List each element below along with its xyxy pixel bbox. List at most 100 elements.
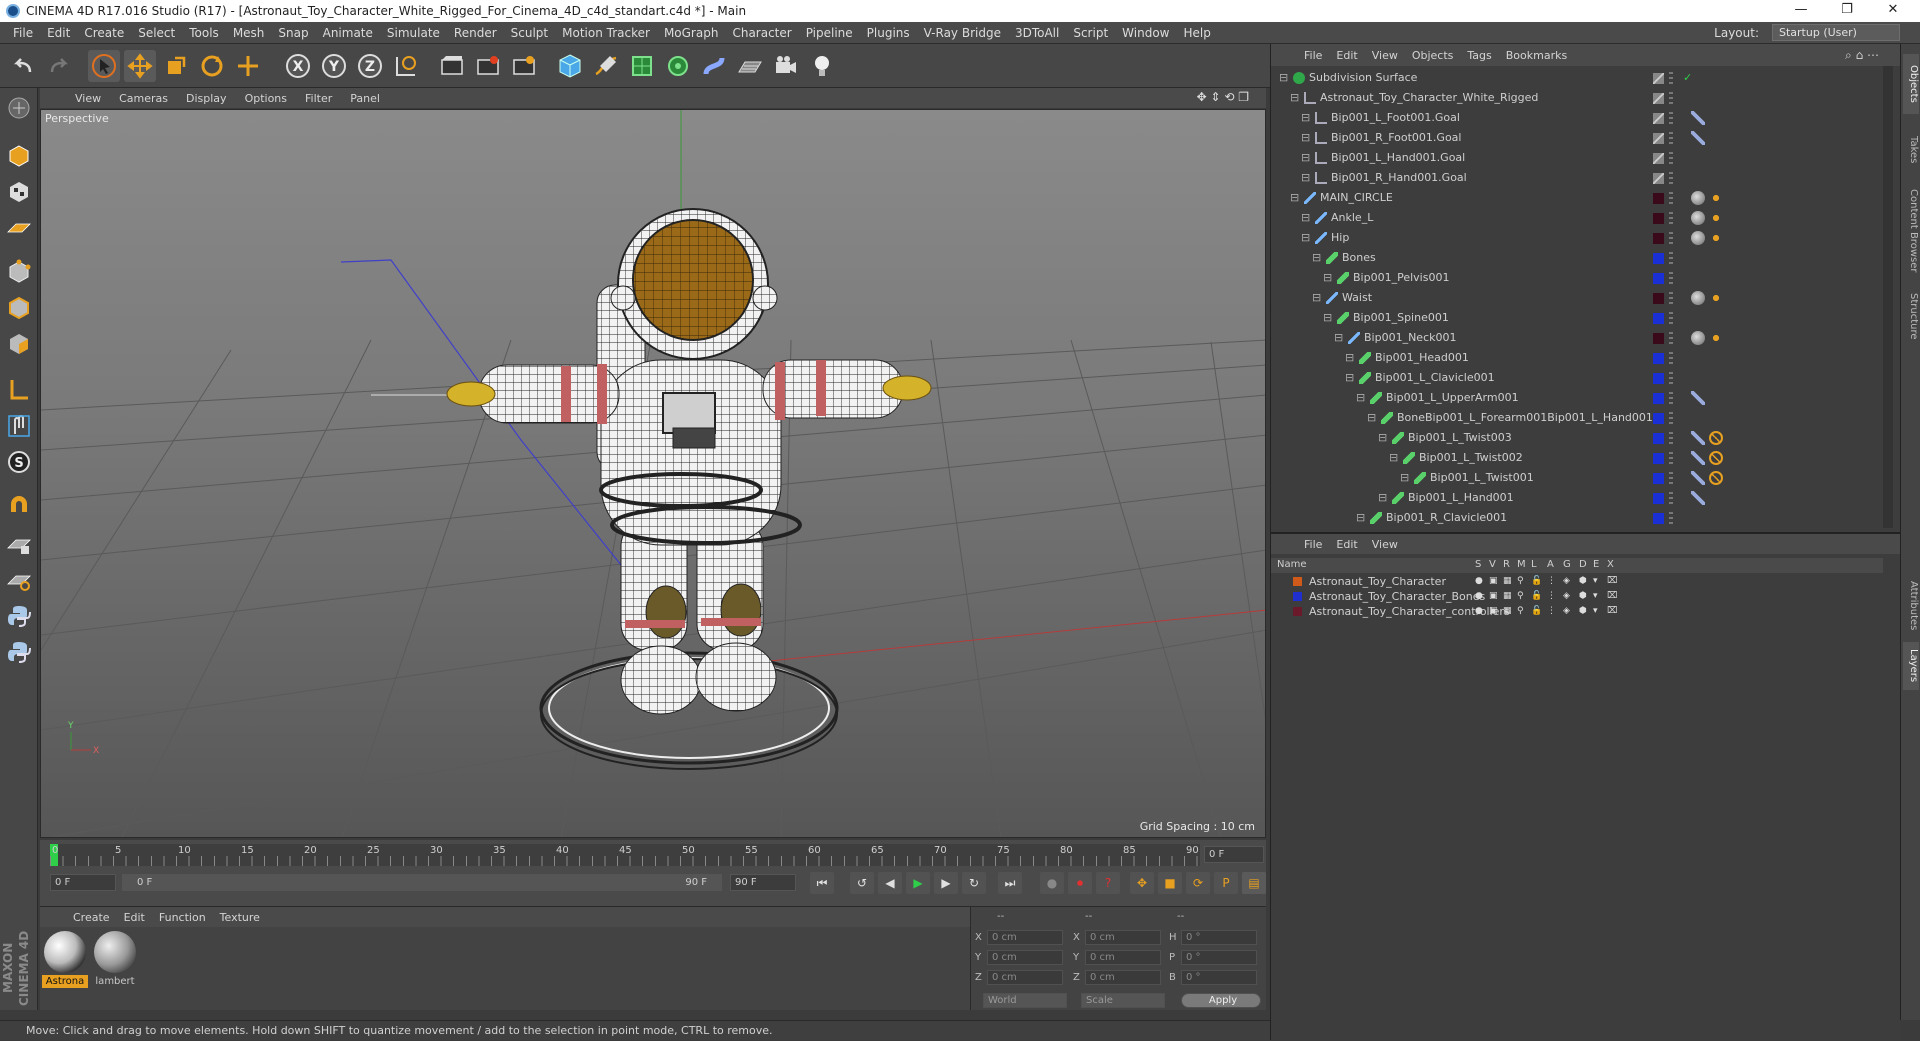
3d-viewport[interactable]: Y X Perspective Grid Spacing : 10 cm — [40, 109, 1266, 838]
expand-toggle-icon[interactable]: ⊟ — [1400, 468, 1409, 488]
layer-color-swatch[interactable] — [1653, 253, 1664, 264]
layer-column-g[interactable]: G — [1563, 559, 1571, 570]
object-row[interactable]: ⊟ Bip001_L_Twist002 — [1271, 448, 1883, 468]
layer-color-swatch[interactable] — [1293, 577, 1302, 586]
menu-plugins[interactable]: Plugins — [860, 26, 917, 40]
layers-menu-view[interactable]: View — [1365, 538, 1405, 551]
layer-color-swatch[interactable] — [1653, 453, 1664, 464]
menu-script[interactable]: Script — [1066, 26, 1115, 40]
tab-structure[interactable]: Structure — [1903, 284, 1919, 348]
expand-toggle-icon[interactable]: ⊟ — [1345, 368, 1354, 388]
expand-toggle-icon[interactable]: ⊟ — [1323, 268, 1332, 288]
expand-toggle-icon[interactable]: ⊟ — [1323, 308, 1332, 328]
layer-color-swatch[interactable] — [1653, 153, 1664, 164]
render-settings-icon[interactable] — [508, 50, 540, 82]
z-axis-lock-icon[interactable]: Z — [354, 50, 386, 82]
layer-color-swatch[interactable] — [1653, 293, 1664, 304]
layer-toggle-icon[interactable]: ⌧ — [1607, 574, 1617, 589]
object-row[interactable]: ⊟ Waist — [1271, 288, 1883, 308]
material-menu-function[interactable]: Function — [152, 911, 213, 924]
material-menu-edit[interactable]: Edit — [117, 911, 152, 924]
menu-sculpt[interactable]: Sculpt — [504, 26, 555, 40]
cloner-icon[interactable] — [662, 50, 694, 82]
object-row[interactable]: ⊟ Bip001_R_Clavicle001 — [1271, 508, 1883, 528]
visibility-dots-icon[interactable] — [1669, 112, 1673, 124]
material-menu-create[interactable]: Create — [66, 911, 117, 924]
coordinate-system-icon[interactable] — [390, 50, 422, 82]
viewport-nav-icons[interactable]: ✥ ⇕ ⟲ ❐ — [1188, 90, 1258, 104]
visibility-dots-icon[interactable] — [1669, 372, 1673, 384]
constraint-tag-icon[interactable] — [1691, 391, 1705, 405]
next-frame-icon[interactable]: ▶ — [934, 872, 958, 894]
render-view-icon[interactable] — [436, 50, 468, 82]
expand-toggle-icon[interactable]: ⊟ — [1312, 288, 1321, 308]
visibility-dots-icon[interactable] — [1669, 352, 1673, 364]
layer-toggle-icon[interactable]: ⌧ — [1607, 589, 1617, 604]
expand-toggle-icon[interactable]: ⊟ — [1301, 208, 1310, 228]
edges-mode-icon[interactable] — [3, 292, 35, 324]
tab-takes[interactable]: Takes — [1903, 122, 1919, 178]
visibility-dots-icon[interactable] — [1669, 492, 1673, 504]
expand-toggle-icon[interactable]: ⊟ — [1356, 508, 1365, 528]
visibility-dots-icon[interactable] — [1669, 132, 1673, 144]
previous-key-icon[interactable]: ↺ — [850, 872, 874, 894]
layer-toggle-icon[interactable]: ▣ — [1489, 574, 1498, 589]
x-axis-lock-icon[interactable]: X — [282, 50, 314, 82]
layer-color-swatch[interactable] — [1653, 393, 1664, 404]
previous-frame-icon[interactable]: ◀ — [878, 872, 902, 894]
layer-color-swatch[interactable] — [1653, 113, 1664, 124]
layer-toggle-icon[interactable]: ▣ — [1489, 589, 1498, 604]
layer-toggle-icon[interactable]: ⋮ — [1547, 574, 1556, 589]
polygons-mode-icon[interactable] — [3, 328, 35, 360]
layout-dropdown[interactable]: Startup (User) — [1772, 24, 1900, 41]
menu-pipeline[interactable]: Pipeline — [799, 26, 860, 40]
layer-column-a[interactable]: A — [1547, 559, 1554, 570]
scale-mode-select[interactable]: Scale — [1081, 993, 1165, 1008]
object-row[interactable]: ⊟ Bip001_L_Twist001 — [1271, 468, 1883, 488]
object-row[interactable]: ⊟ Bip001_L_Hand001.Goal — [1271, 148, 1883, 168]
objects-menu-view[interactable]: View — [1365, 49, 1405, 62]
visibility-dots-icon[interactable] — [1669, 432, 1673, 444]
layer-toggle-icon[interactable]: ▦ — [1503, 574, 1512, 589]
object-row[interactable]: ⊟ Hip — [1271, 228, 1883, 248]
layers-menu-edit[interactable]: Edit — [1329, 538, 1364, 551]
layer-column-x[interactable]: X — [1607, 559, 1614, 570]
layer-toggle-icon[interactable]: ● — [1475, 574, 1483, 589]
menu-edit[interactable]: Edit — [40, 26, 77, 40]
visibility-dots-icon[interactable] — [1669, 512, 1673, 524]
next-key-icon[interactable]: ↻ — [962, 872, 986, 894]
protection-tag-icon[interactable] — [1709, 191, 1723, 205]
snap-icon[interactable]: S — [3, 446, 35, 478]
expand-toggle-icon[interactable]: ⊟ — [1356, 388, 1365, 408]
size-z-field[interactable]: 0 cm — [1085, 970, 1161, 985]
object-row[interactable]: ⊟ Bip001_Pelvis001 — [1271, 268, 1883, 288]
layer-color-swatch[interactable] — [1653, 273, 1664, 284]
display-tag-icon[interactable] — [1691, 331, 1705, 345]
rotation-key-icon[interactable]: ⟳ — [1186, 872, 1210, 894]
position-y-field[interactable]: 0 cm — [987, 950, 1063, 965]
visibility-dots-icon[interactable] — [1669, 412, 1673, 424]
layer-row[interactable]: Astronaut_Toy_Character ● ▣ ▦ ⚲ 🔓 ⋮ ◈ ⬢ ▾ ⌧ — [1271, 574, 1883, 589]
object-row[interactable]: ⊟ Bip001_Spine001 — [1271, 308, 1883, 328]
object-row[interactable]: ⊟ Bip001_R_Foot001.Goal — [1271, 128, 1883, 148]
layer-toggle-icon[interactable]: ⚲ — [1517, 574, 1524, 589]
layer-column-name[interactable]: Name — [1277, 559, 1307, 570]
close-button[interactable]: ✕ — [1870, 0, 1916, 22]
deformer-icon[interactable] — [698, 50, 730, 82]
live-select-icon[interactable] — [232, 50, 264, 82]
layer-column-m[interactable]: M — [1517, 559, 1526, 570]
layer-color-swatch[interactable] — [1653, 73, 1664, 84]
frame-range-slider[interactable]: 0 F 90 F — [122, 874, 722, 891]
visibility-dots-icon[interactable] — [1669, 192, 1673, 204]
ik-tag-icon[interactable] — [1691, 451, 1705, 465]
menu-select[interactable]: Select — [131, 26, 182, 40]
visibility-dots-icon[interactable] — [1669, 172, 1673, 184]
expand-toggle-icon[interactable]: ⊟ — [1345, 348, 1354, 368]
layer-color-swatch[interactable] — [1653, 473, 1664, 484]
object-row[interactable]: ⊟ Astronaut_Toy_Character_White_Rigged — [1271, 88, 1883, 108]
layer-row[interactable]: Astronaut_Toy_Character_Bones ● ▣ ▦ ⚲ 🔓 ⋮ ◈ ⬢ ▾ ⌧ — [1271, 589, 1883, 604]
visibility-dots-icon[interactable] — [1669, 292, 1673, 304]
axis-mode-icon[interactable] — [3, 374, 35, 406]
ik-tag-icon[interactable] — [1691, 431, 1705, 445]
end-frame-field[interactable]: 90 F — [730, 874, 796, 891]
